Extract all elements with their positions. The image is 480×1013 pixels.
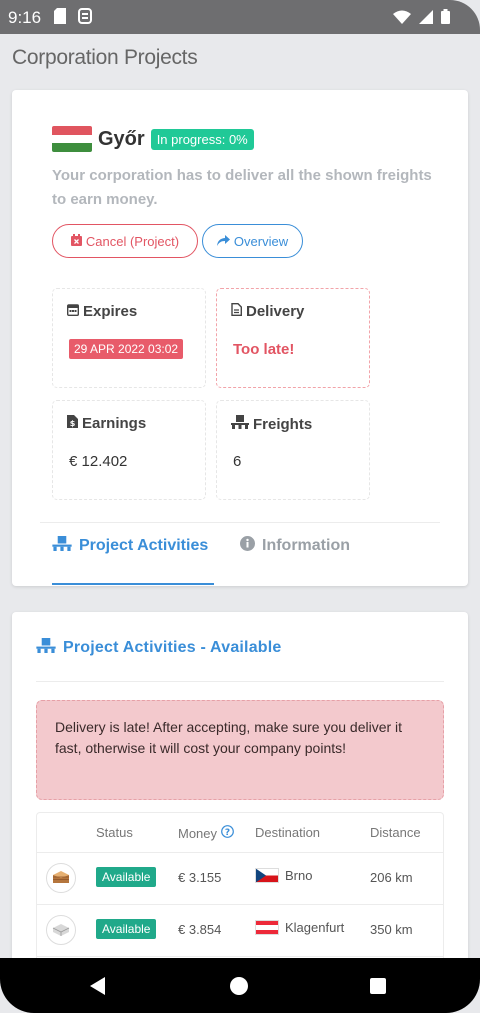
- tab-information[interactable]: Information: [240, 536, 350, 556]
- column-status: Status: [96, 825, 133, 840]
- table-row[interactable]: Available € 3.155 Brno 206 km: [37, 853, 443, 905]
- help-icon[interactable]: ?: [221, 825, 234, 841]
- svg-text:$: $: [70, 419, 76, 428]
- active-tab-indicator: [52, 583, 214, 585]
- activities-divider: [36, 681, 444, 682]
- pallet-icon: [36, 638, 56, 658]
- status-badge: Available: [96, 919, 157, 939]
- column-distance: Distance: [370, 825, 421, 840]
- earnings-value: € 12.402: [69, 453, 128, 470]
- column-destination: Destination: [255, 825, 321, 840]
- page-title: Corporation Projects: [12, 46, 198, 69]
- project-city: Győr: [98, 127, 145, 150]
- cargo-icon: [46, 915, 76, 945]
- sd-card-icon: [54, 8, 66, 29]
- tab-project-activities-label: Project Activities: [79, 537, 209, 554]
- row-status: Available: [96, 867, 157, 887]
- tab-project-activities[interactable]: Project Activities: [52, 536, 208, 556]
- activities-card: Project Activities - Available Delivery …: [12, 612, 468, 972]
- expires-box: Expires 29 APR 2022 03:02: [52, 288, 206, 388]
- expires-label: Expires: [83, 303, 138, 320]
- home-icon[interactable]: [230, 977, 248, 995]
- row-destination: Klagenfurt: [255, 920, 344, 935]
- delivery-label: Delivery: [246, 303, 305, 320]
- row-distance: 350 km: [370, 922, 413, 937]
- wifi-icon: [393, 10, 411, 29]
- battery-icon: [441, 9, 450, 29]
- late-delivery-alert: Delivery is late! After accepting, make …: [36, 700, 444, 800]
- svg-text:?: ?: [225, 828, 230, 838]
- info-icon: [240, 536, 255, 556]
- sim-icon: [78, 8, 92, 29]
- share-arrow-icon: [216, 234, 230, 249]
- earnings-label: Earnings: [82, 415, 147, 432]
- status-time: 9:16: [8, 8, 42, 27]
- invoice-dollar-icon: $: [67, 415, 78, 432]
- freights-title: Freights: [231, 415, 312, 433]
- expires-title: Expires: [66, 303, 138, 320]
- activities-title: Project Activities - Available: [36, 638, 282, 658]
- pallet-icon: [52, 536, 72, 556]
- austria-flag-icon: [255, 920, 279, 935]
- project-header: Győr In progress: 0%: [52, 126, 254, 152]
- overview-button[interactable]: Overview: [202, 224, 303, 258]
- delivery-box: Delivery Too late!: [216, 288, 370, 388]
- tab-information-label: Information: [262, 537, 350, 554]
- row-money: € 3.854: [178, 922, 222, 937]
- hungary-flag-icon: [52, 126, 92, 152]
- expires-date-badge: 29 APR 2022 03:02: [69, 339, 184, 359]
- freights-label: Freights: [253, 415, 313, 433]
- table-row[interactable]: Available € 3.854 Klagenfurt 350 km: [37, 905, 443, 957]
- row-destination-label: Klagenfurt: [285, 920, 345, 935]
- czech-flag-icon: [255, 868, 279, 883]
- column-money-label: Money: [178, 825, 218, 841]
- status-badge: Available: [96, 867, 157, 887]
- delivery-title: Delivery: [231, 303, 304, 320]
- app-screen: 9:16 Corporation Projects Győr In progre…: [0, 0, 480, 1013]
- earnings-title: $ Earnings: [67, 415, 146, 432]
- freights-box: Freights 6: [216, 400, 370, 500]
- cargo-icon: [46, 863, 76, 893]
- cancel-project-button[interactable]: Cancel (Project): [52, 224, 198, 258]
- delivery-value: Too late!: [233, 341, 295, 358]
- tabs-divider: [40, 522, 440, 523]
- progress-badge: In progress: 0%: [150, 128, 254, 150]
- row-destination-label: Brno: [285, 868, 313, 883]
- activities-table: Status Money ? Destination Distance Avai…: [36, 812, 444, 972]
- back-icon[interactable]: [90, 977, 105, 995]
- row-money: € 3.155: [178, 870, 222, 885]
- overview-label: Overview: [233, 233, 289, 249]
- row-distance: 206 km: [370, 870, 413, 885]
- earnings-box: $ Earnings € 12.402: [52, 400, 206, 500]
- notification-icons: [54, 8, 92, 29]
- signal-icon: [419, 9, 433, 29]
- table-header-row: Status Money ? Destination Distance: [37, 813, 443, 853]
- system-icons: [393, 9, 450, 29]
- freights-value: 6: [233, 453, 242, 470]
- calendar-x-icon: [70, 233, 82, 249]
- document-icon: [231, 303, 242, 320]
- calendar-icon: [66, 303, 80, 320]
- status-bar: 9:16: [0, 0, 480, 34]
- navigation-bar: [0, 958, 480, 1013]
- cancel-project-label: Cancel (Project): [85, 233, 180, 249]
- project-description: Your corporation has to deliver all the …: [52, 167, 432, 208]
- row-status: Available: [96, 919, 157, 939]
- column-money: Money ?: [178, 825, 234, 841]
- row-destination: Brno: [255, 868, 312, 883]
- activities-title-text: Project Activities - Available: [63, 639, 282, 656]
- project-card: Győr In progress: 0% Your corporation ha…: [12, 90, 468, 586]
- pallet-icon: [231, 415, 249, 433]
- recent-apps-icon[interactable]: [370, 978, 386, 994]
